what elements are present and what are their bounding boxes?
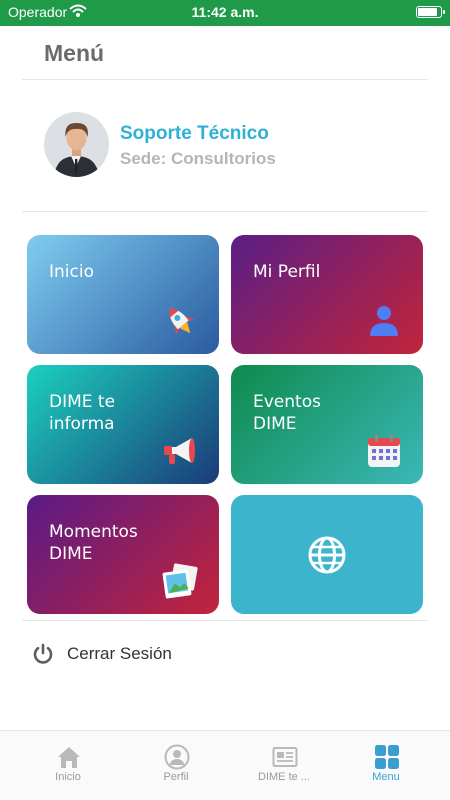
logout-button[interactable]: Cerrar Sesión bbox=[32, 640, 172, 668]
profile-sede: Sede: Consultorios bbox=[120, 149, 276, 168]
power-icon bbox=[33, 643, 53, 664]
globe-icon bbox=[308, 536, 346, 574]
tile-label: Inicio bbox=[49, 262, 94, 282]
avatar bbox=[44, 112, 109, 177]
tab-bar: Inicio Perfil DIME te ... Menu bbox=[0, 730, 450, 800]
tile-label: DIME te informa bbox=[49, 392, 116, 434]
page-title: Menú bbox=[44, 40, 105, 66]
user-icon bbox=[370, 306, 398, 336]
battery-icon bbox=[416, 6, 445, 18]
tile-web[interactable] bbox=[231, 495, 423, 614]
calendar-icon bbox=[368, 434, 400, 467]
profile-name: Soporte Técnico bbox=[120, 123, 269, 144]
clock: 11:42 a.m. bbox=[191, 4, 259, 20]
tab-menu[interactable]: Menu bbox=[330, 731, 442, 800]
tile-inicio[interactable]: Inicio bbox=[27, 235, 219, 354]
grid-icon bbox=[375, 745, 399, 769]
divider bbox=[22, 211, 428, 212]
tile-label: Eventos DIME bbox=[253, 392, 321, 434]
home-icon bbox=[58, 747, 80, 768]
rocket-icon bbox=[169, 308, 195, 335]
megaphone-icon bbox=[164, 438, 195, 464]
tile-dime-te-informa[interactable]: DIME te informa bbox=[27, 365, 219, 484]
tab-inicio[interactable]: Inicio bbox=[12, 731, 124, 800]
battery-level bbox=[418, 8, 437, 16]
tile-label: Momentos DIME bbox=[49, 522, 138, 564]
profile-icon bbox=[164, 744, 190, 770]
divider bbox=[22, 79, 428, 80]
logout-label: Cerrar Sesión bbox=[67, 644, 172, 663]
tile-momentos-dime[interactable]: Momentos DIME bbox=[27, 495, 219, 614]
tile-eventos-dime[interactable]: Eventos DIME bbox=[231, 365, 423, 484]
tile-mi-perfil[interactable]: Mi Perfil bbox=[231, 235, 423, 354]
newspaper-icon bbox=[272, 747, 298, 767]
tab-dime-te-informa[interactable]: DIME te ... bbox=[228, 731, 340, 800]
tab-label: Menu bbox=[372, 771, 400, 783]
tab-label: Perfil bbox=[163, 771, 189, 783]
status-bar: Operador 11:42 a.m. bbox=[0, 0, 450, 26]
divider bbox=[22, 620, 428, 621]
photos-icon bbox=[162, 563, 198, 599]
tab-label: DIME te ... bbox=[258, 771, 310, 783]
tab-perfil[interactable]: Perfil bbox=[120, 731, 232, 800]
tile-label: Mi Perfil bbox=[253, 262, 321, 282]
tab-label: Inicio bbox=[55, 771, 81, 783]
